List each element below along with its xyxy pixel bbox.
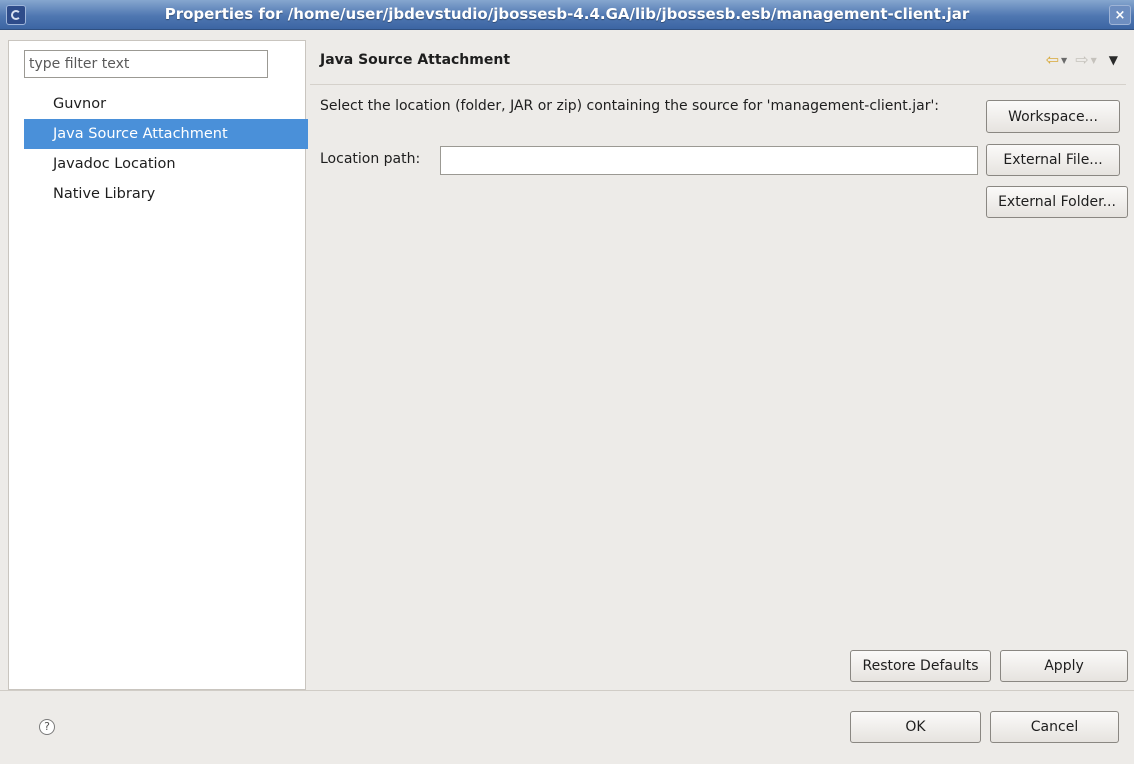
external-file-button[interactable]: External File... bbox=[986, 144, 1120, 176]
location-path-label: Location path: bbox=[320, 151, 421, 167]
apply-button[interactable]: Apply bbox=[1000, 650, 1128, 682]
sidebar-item-javadoc-location[interactable]: Javadoc Location bbox=[24, 149, 308, 179]
description-text: Select the location (folder, JAR or zip)… bbox=[320, 98, 940, 114]
sidebar: Guvnor Java Source Attachment Javadoc Lo… bbox=[8, 40, 308, 690]
help-icon[interactable]: ? bbox=[39, 719, 55, 735]
title-bar: Properties for /home/user/jbdevstudio/jb… bbox=[0, 0, 1134, 30]
sidebar-item-guvnor[interactable]: Guvnor bbox=[24, 89, 308, 119]
view-menu-icon[interactable]: ▼ bbox=[1109, 53, 1118, 67]
close-button[interactable]: × bbox=[1109, 5, 1131, 25]
main-content: Java Source Attachment ⇦ ▼ ⇨ ▼ ▼ Select … bbox=[306, 40, 1134, 690]
external-folder-button[interactable]: External Folder... bbox=[986, 186, 1128, 218]
filter-input[interactable] bbox=[24, 50, 268, 78]
history-navigation: ⇦ ▼ ⇨ ▼ ▼ bbox=[1046, 52, 1118, 68]
back-dropdown-icon[interactable]: ▼ bbox=[1061, 56, 1067, 65]
ok-button[interactable]: OK bbox=[850, 711, 981, 743]
cancel-button[interactable]: Cancel bbox=[990, 711, 1119, 743]
back-arrow-icon[interactable]: ⇦ bbox=[1046, 52, 1059, 68]
workspace-button[interactable]: Workspace... bbox=[986, 100, 1120, 133]
location-path-input[interactable] bbox=[440, 146, 978, 175]
forward-dropdown-icon[interactable]: ▼ bbox=[1091, 56, 1097, 65]
title-separator bbox=[310, 84, 1126, 85]
page-title: Java Source Attachment bbox=[320, 52, 511, 68]
footer-separator bbox=[0, 690, 1134, 691]
eclipse-icon bbox=[6, 5, 26, 25]
sidebar-item-java-source-attachment[interactable]: Java Source Attachment bbox=[24, 119, 308, 149]
window-title: Properties for /home/user/jbdevstudio/jb… bbox=[164, 5, 970, 23]
sidebar-item-native-library[interactable]: Native Library bbox=[24, 179, 308, 209]
restore-defaults-button[interactable]: Restore Defaults bbox=[850, 650, 991, 682]
forward-arrow-icon[interactable]: ⇨ bbox=[1075, 52, 1088, 68]
